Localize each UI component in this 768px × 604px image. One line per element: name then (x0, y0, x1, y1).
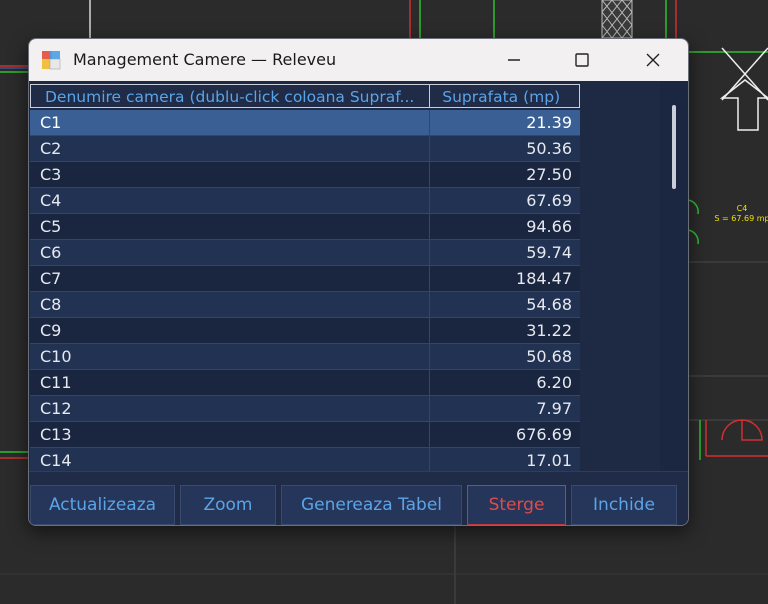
cad-room-label: C4 (737, 204, 748, 213)
cell-area[interactable]: 676.69 (430, 422, 580, 447)
cell-area[interactable]: 31.22 (430, 318, 580, 343)
cell-area[interactable]: 54.68 (430, 292, 580, 317)
cell-name[interactable]: C10 (30, 344, 430, 369)
cell-area[interactable]: 21.39 (430, 110, 580, 135)
cell-name[interactable]: C6 (30, 240, 430, 265)
cell-area[interactable]: 27.50 (430, 162, 580, 187)
close-window-button[interactable] (630, 39, 676, 81)
column-header-name[interactable]: Denumire camera (dublu-click coloana Sup… (30, 84, 431, 108)
vertical-scrollbar[interactable] (660, 81, 688, 513)
table-body: C1 21.39 C2 50.36 C3 27.50 C4 67.69 C5 94.66 … (30, 110, 580, 474)
cell-area[interactable]: 94.66 (430, 214, 580, 239)
cell-name[interactable]: C5 (30, 214, 430, 239)
maximize-icon (575, 53, 589, 67)
update-button[interactable]: Actualizeaza (30, 485, 175, 525)
cell-name[interactable]: C3 (30, 162, 430, 187)
cad-room-area: S = 67.69 mp (714, 214, 768, 223)
cell-area[interactable]: 6.20 (430, 370, 580, 395)
table-row[interactable]: C1 21.39 (30, 110, 580, 136)
button-bar: Actualizeaza Zoom Genereaza Tabel Sterge… (29, 471, 688, 525)
generate-table-button[interactable]: Genereaza Tabel (281, 485, 462, 525)
table-row[interactable]: C5 94.66 (30, 214, 580, 240)
table-row[interactable]: C10 50.68 (30, 344, 580, 370)
table-row[interactable]: C11 6.20 (30, 370, 580, 396)
column-header-area[interactable]: Suprafata (mp) (430, 84, 580, 108)
table-row[interactable]: C8 54.68 (30, 292, 580, 318)
minimize-icon (508, 59, 520, 61)
title-bar[interactable]: Management Camere — Releveu (29, 39, 688, 81)
cell-name[interactable]: C9 (30, 318, 430, 343)
cell-area[interactable]: 7.97 (430, 396, 580, 421)
app-icon (42, 51, 61, 70)
table-row[interactable]: C4 67.69 (30, 188, 580, 214)
room-table[interactable]: Denumire camera (dublu-click coloana Sup… (29, 81, 688, 513)
cell-area[interactable]: 17.01 (430, 448, 580, 473)
cell-name[interactable]: C11 (30, 370, 430, 395)
cell-name[interactable]: C13 (30, 422, 430, 447)
cell-name[interactable]: C7 (30, 266, 430, 291)
window-title: Management Camere — Releveu (73, 50, 337, 69)
cell-area[interactable]: 59.74 (430, 240, 580, 265)
cell-name[interactable]: C8 (30, 292, 430, 317)
zoom-button[interactable]: Zoom (180, 485, 276, 525)
minimize-button[interactable] (491, 39, 537, 81)
table-header: Denumire camera (dublu-click coloana Sup… (30, 84, 580, 110)
scrollbar-thumb[interactable] (672, 105, 676, 189)
delete-button[interactable]: Sterge (467, 485, 566, 525)
cell-name[interactable]: C1 (30, 110, 430, 135)
cell-area[interactable]: 67.69 (430, 188, 580, 213)
table-row[interactable]: C13 676.69 (30, 422, 580, 448)
close-button[interactable]: Inchide (571, 485, 677, 525)
cell-name[interactable]: C14 (30, 448, 430, 473)
cell-name[interactable]: C12 (30, 396, 430, 421)
close-icon (646, 53, 660, 67)
cell-name[interactable]: C2 (30, 136, 430, 161)
cell-area[interactable]: 184.47 (430, 266, 580, 291)
table-row[interactable]: C2 50.36 (30, 136, 580, 162)
cell-area[interactable]: 50.68 (430, 344, 580, 369)
cell-name[interactable]: C4 (30, 188, 430, 213)
cell-area[interactable]: 50.36 (430, 136, 580, 161)
table-row[interactable]: C12 7.97 (30, 396, 580, 422)
table-row[interactable]: C6 59.74 (30, 240, 580, 266)
maximize-button[interactable] (559, 39, 605, 81)
room-management-window: Management Camere — Releveu Denumire cam… (28, 38, 689, 526)
table-row[interactable]: C3 27.50 (30, 162, 580, 188)
table-row[interactable]: C9 31.22 (30, 318, 580, 344)
table-row[interactable]: C7 184.47 (30, 266, 580, 292)
